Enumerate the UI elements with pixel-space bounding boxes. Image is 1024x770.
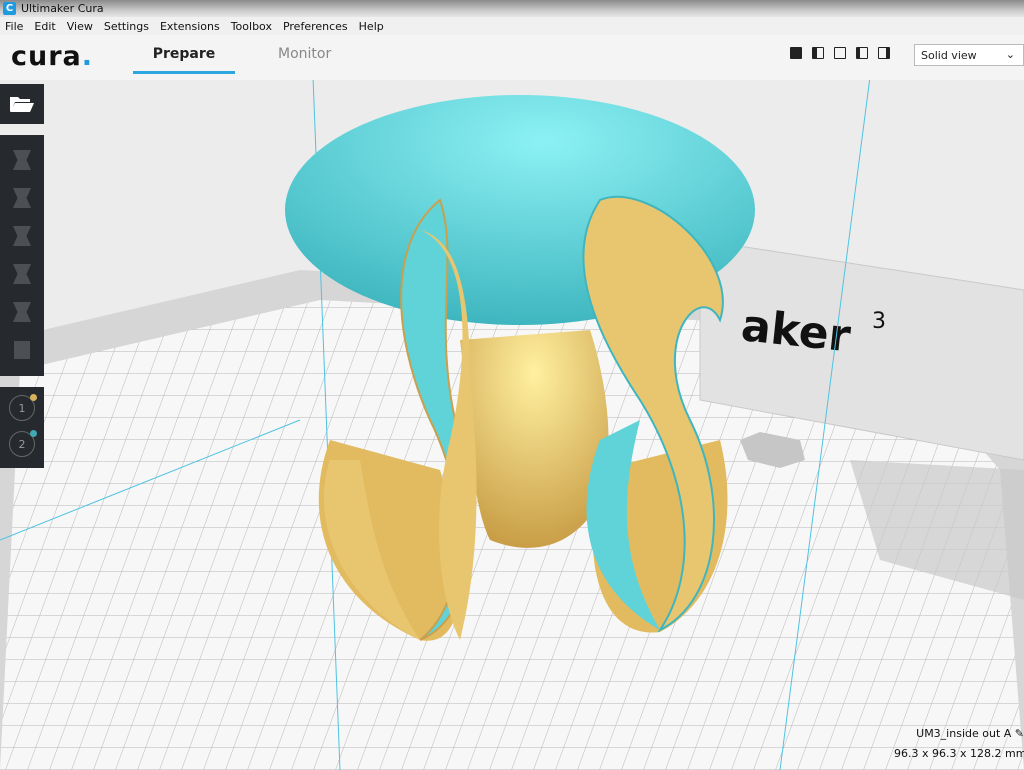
extruder-2-label: 2: [18, 437, 26, 451]
object-name: UM3_inside out A: [916, 727, 1012, 740]
view-front-icon[interactable]: [812, 47, 824, 59]
move-tool-button[interactable]: [0, 141, 44, 179]
cura-app-icon: C: [3, 2, 16, 15]
extruder-1-color: [30, 394, 37, 401]
rotate-tool-button[interactable]: [0, 217, 44, 255]
menu-extensions[interactable]: Extensions: [160, 20, 220, 33]
object-info: UM3_inside out A ✎ 96.3 x 96.3 x 128.2 m…: [894, 724, 1024, 770]
extruder-1-label: 1: [18, 401, 26, 415]
menu-bar: File Edit View Settings Extensions Toolb…: [0, 17, 1024, 35]
pencil-icon[interactable]: ✎: [1015, 727, 1024, 740]
folder-icon: [10, 97, 34, 112]
build-plate-scene: aker 3: [0, 80, 1024, 770]
tab-prepare[interactable]: Prepare: [133, 46, 235, 74]
extruder-1-button[interactable]: 1: [9, 394, 37, 421]
header: cura. Prepare Monitor Solid view ⌄: [0, 35, 1024, 80]
scale-icon: [13, 188, 31, 208]
window-title: Ultimaker Cura: [21, 2, 104, 15]
printer-number: 3: [872, 309, 886, 334]
menu-toolbox[interactable]: Toolbox: [231, 20, 272, 33]
menu-file[interactable]: File: [5, 20, 23, 33]
extruder-2-button[interactable]: 2: [9, 430, 37, 457]
view-3d-icon[interactable]: [790, 47, 802, 59]
menu-help[interactable]: Help: [359, 20, 384, 33]
tab-monitor[interactable]: Monitor: [278, 46, 331, 62]
per-model-settings-button[interactable]: [0, 293, 44, 331]
menu-view[interactable]: View: [67, 20, 93, 33]
menu-edit[interactable]: Edit: [34, 20, 55, 33]
title-bar: C Ultimaker Cura: [0, 0, 1024, 17]
menu-preferences[interactable]: Preferences: [283, 20, 348, 33]
tool-panel: [0, 135, 44, 376]
mirror-tool-button[interactable]: [0, 255, 44, 293]
move-icon: [13, 150, 31, 170]
support-blocker-icon: [14, 341, 30, 359]
object-dimensions: 96.3 x 96.3 x 128.2 mm: [894, 747, 1024, 760]
view-mode-select[interactable]: Solid view ⌄: [914, 44, 1024, 66]
support-blocker-button[interactable]: [0, 331, 44, 369]
view-top-icon[interactable]: [834, 47, 846, 59]
view-left-icon[interactable]: [856, 47, 868, 59]
mirror-icon: [13, 264, 31, 284]
scale-tool-button[interactable]: [0, 179, 44, 217]
rotate-icon: [13, 226, 31, 246]
chevron-down-icon: ⌄: [1005, 48, 1015, 61]
open-file-button[interactable]: [0, 84, 44, 124]
per-model-settings-icon: [13, 302, 31, 322]
extruder-panel: 1 2: [0, 387, 44, 468]
cura-logo: cura.: [11, 41, 94, 72]
3d-viewport[interactable]: aker 3: [0, 80, 1024, 770]
extruder-2-color: [30, 430, 37, 437]
menu-settings[interactable]: Settings: [104, 20, 149, 33]
view-right-icon[interactable]: [878, 47, 890, 59]
